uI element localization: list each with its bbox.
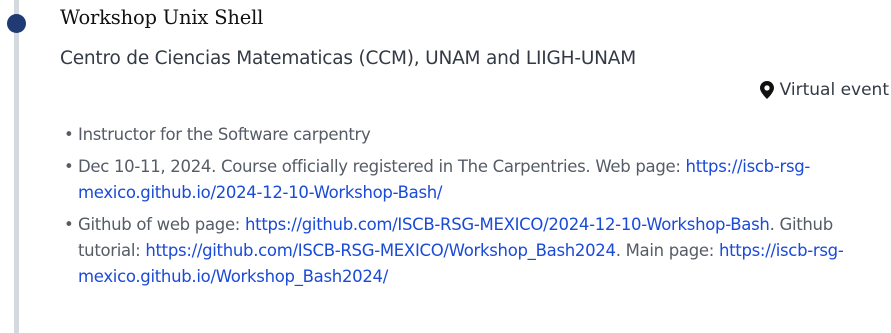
list-item: • Dec 10-11, 2024. Course officially regi… [64,154,886,206]
github-tutorial-link[interactable]: https://github.com/ISCB-RSG-MEXICO/Works… [145,241,616,260]
bullet-text: Github of web page: [78,215,246,234]
entry-title: Workshop Unix Shell [60,6,264,29]
timeline-entry: Workshop Unix Shell Centro de Ciencias M… [0,0,891,333]
bullet-dot: • [64,215,74,234]
bullet-list: • Instructor for the Software carpentry •… [64,122,886,296]
entry-institution: Centro de Ciencias Matematicas (CCM), UN… [60,48,637,69]
timeline-dot [7,14,26,33]
bullet-text: . Main page: [615,241,719,260]
github-webpage-link[interactable]: https://github.com/ISCB-RSG-MEXICO/2024-… [245,215,770,234]
list-item: • Instructor for the Software carpentry [64,122,886,148]
bullet-dot: • [64,157,74,176]
bullet-text: Instructor for the Software carpentry [78,125,371,144]
location-label: Virtual event [779,80,889,100]
list-item: • Github of web page: https://github.com/… [64,212,886,290]
bullet-dot: • [64,125,74,144]
timeline-line [14,0,19,333]
entry-location: Virtual event [759,80,889,100]
bullet-text: Dec 10-11, 2024. Course officially regis… [78,157,686,176]
map-marker-icon [759,81,774,99]
